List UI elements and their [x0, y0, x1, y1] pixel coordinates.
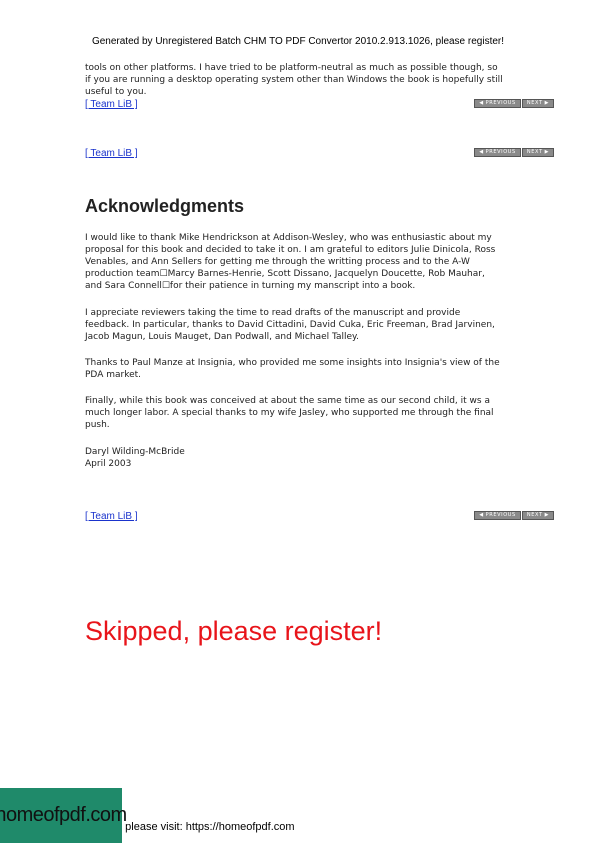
author-name: Daryl Wilding-McBride: [85, 447, 185, 457]
nav-buttons: ◀ PREVIOUS NEXT ▶: [474, 511, 554, 520]
previous-arrow-icon: ◀: [479, 512, 484, 518]
skipped-notice: Skipped, please register!: [85, 616, 383, 646]
paragraph-line: I appreciate reviewers taking the time t…: [85, 308, 461, 318]
next-button[interactable]: NEXT ▶: [522, 511, 554, 520]
paragraph-line: feedback. In particular, thanks to David…: [85, 320, 495, 330]
nav-buttons: ◀ PREVIOUS NEXT ▶: [474, 99, 554, 108]
previous-arrow-icon: ◀: [479, 149, 484, 155]
next-label: NEXT: [526, 512, 543, 518]
next-arrow-icon: ▶: [544, 100, 550, 106]
acknowledgment-paragraph: Thanks to Paul Manze at Insignia, who pr…: [85, 357, 555, 381]
author-date: April 2003: [85, 459, 132, 469]
acknowledgment-paragraph: I would like to thank Mike Hendrickson a…: [85, 232, 555, 292]
acknowledgment-paragraph: I appreciate reviewers taking the time t…: [85, 307, 555, 343]
previous-label: PREVIOUS: [485, 149, 516, 155]
team-lib-link[interactable]: [ Team LiB ]: [85, 511, 138, 522]
paragraph-line: useful to you.: [85, 87, 147, 97]
previous-button[interactable]: ◀ PREVIOUS: [474, 148, 521, 157]
team-lib-link[interactable]: [ Team LiB ]: [85, 148, 138, 159]
previous-button[interactable]: ◀ PREVIOUS: [474, 511, 521, 520]
paragraph-line: Thanks to Paul Manze at Insignia, who pr…: [85, 358, 500, 368]
team-lib-link[interactable]: [ Team LiB ]: [85, 99, 138, 110]
previous-label: PREVIOUS: [485, 100, 516, 106]
paragraph-line: much longer labor. A special thanks to m…: [85, 408, 494, 418]
converter-header: Generated by Unregistered Batch CHM TO P…: [91, 36, 505, 47]
acknowledgment-paragraph: Finally, while this book was conceived a…: [85, 395, 555, 431]
paragraph-line: PDA market.: [85, 370, 142, 380]
section-heading: Acknowledgments: [85, 196, 245, 216]
paragraph-line: production team☐Marcy Barnes-Henrie, Sco…: [85, 269, 485, 279]
previous-arrow-icon: ◀: [479, 100, 484, 106]
paragraph-line: push.: [85, 420, 110, 430]
paragraph-line: Jacob Magun, Louis Mauget, Dan Podwall, …: [85, 332, 359, 342]
previous-label: PREVIOUS: [485, 512, 516, 518]
paragraph-line: proposal for this book and decided to ta…: [85, 245, 496, 255]
homeofpdf-logo-badge[interactable]: homeofpdf.com: [0, 788, 127, 843]
nav-buttons: ◀ PREVIOUS NEXT ▶: [474, 148, 554, 157]
signature-block: Daryl Wilding-McBride April 2003: [85, 446, 555, 470]
previous-button[interactable]: ◀ PREVIOUS: [474, 99, 521, 108]
next-label: NEXT: [526, 149, 543, 155]
next-label: NEXT: [526, 100, 543, 106]
paragraph-line: tools on other platforms. I have tried t…: [85, 63, 498, 73]
paragraph-line: Venables, and Ann Sellers for getting me…: [85, 257, 470, 267]
paragraph-line: and Sara Connell☐for their patience in t…: [85, 281, 416, 291]
footer-visit-text[interactable]: e please visit: https://homeofpdf.com: [116, 821, 295, 833]
paragraph-line: Finally, while this book was conceived a…: [85, 396, 490, 406]
paragraph-line: I would like to thank Mike Hendrickson a…: [85, 233, 492, 243]
paragraph-line: if you are running a desktop operating s…: [85, 75, 503, 85]
next-button[interactable]: NEXT ▶: [522, 148, 554, 157]
next-arrow-icon: ▶: [544, 149, 550, 155]
next-arrow-icon: ▶: [544, 512, 550, 518]
next-button[interactable]: NEXT ▶: [522, 99, 554, 108]
top-paragraph: tools on other platforms. I have tried t…: [85, 62, 555, 98]
